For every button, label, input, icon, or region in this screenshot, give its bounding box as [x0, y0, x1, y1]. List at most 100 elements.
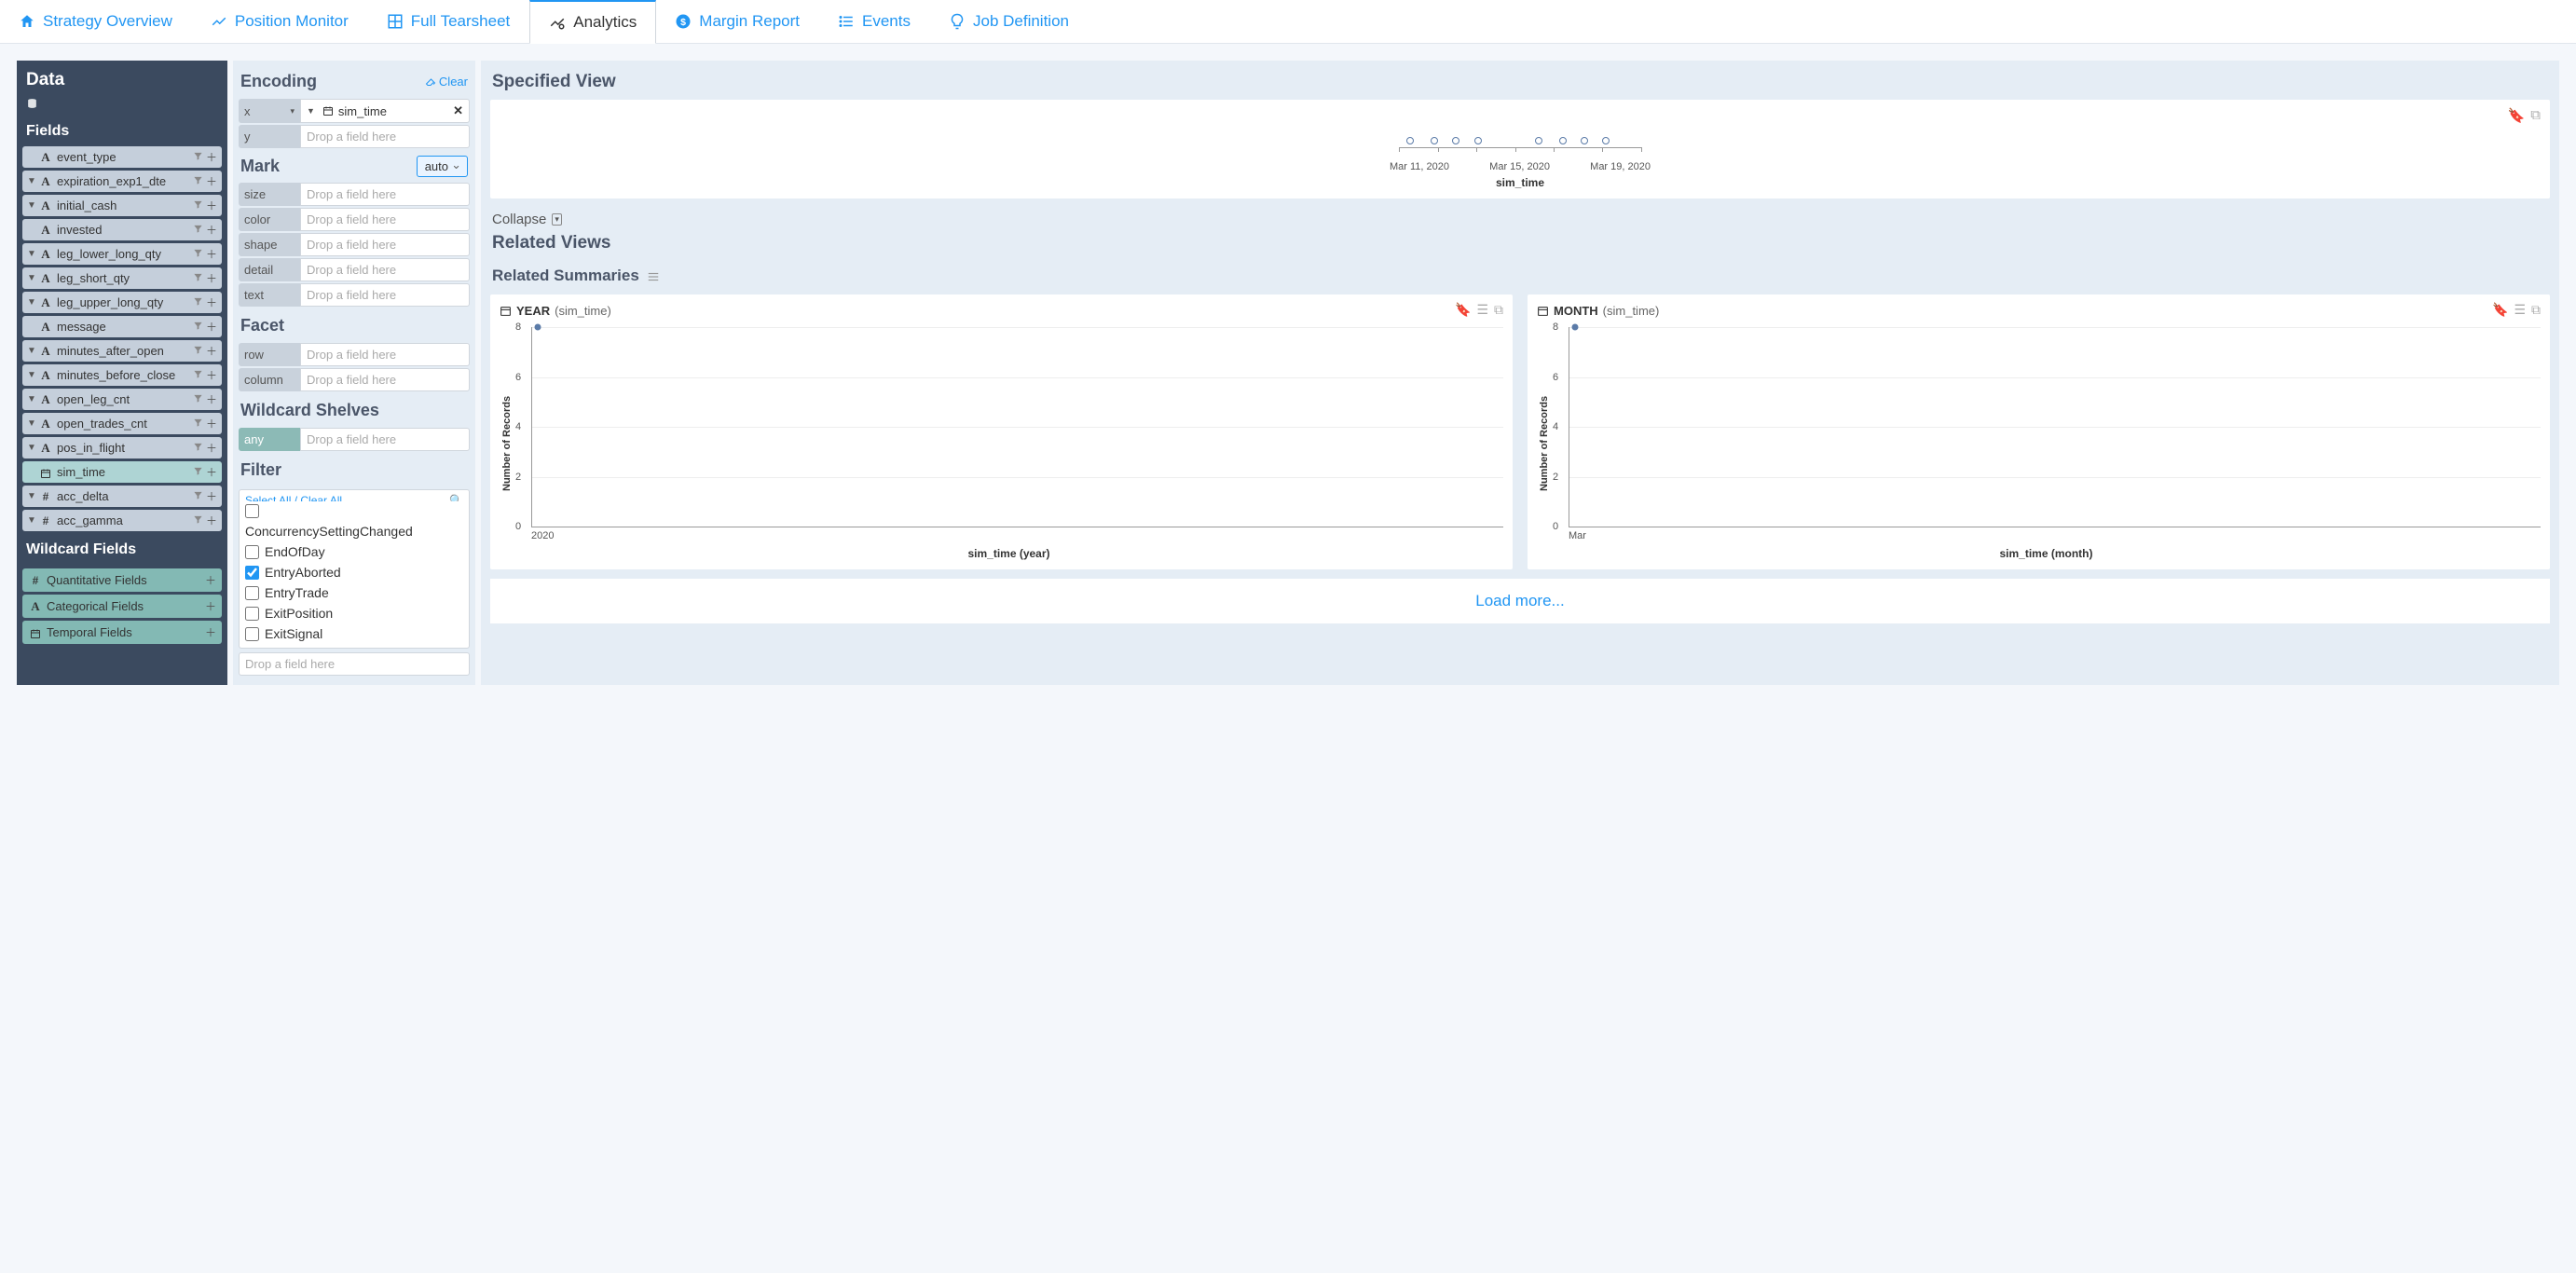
- field-message[interactable]: message＋: [22, 316, 222, 337]
- list-icon[interactable]: ☰: [2514, 302, 2526, 318]
- clear-button[interactable]: Clear: [425, 75, 468, 89]
- add-icon[interactable]: ＋: [205, 624, 216, 640]
- add-icon[interactable]: ＋: [206, 319, 217, 335]
- filter-item[interactable]: ConcurrencySettingChanged: [243, 521, 465, 541]
- field-invested[interactable]: invested＋: [22, 219, 222, 240]
- add-icon[interactable]: ＋: [206, 198, 217, 213]
- filter-checkbox[interactable]: [245, 566, 259, 580]
- copy-icon[interactable]: ⧉: [2530, 107, 2541, 124]
- bookmark-icon[interactable]: 🔖: [1455, 302, 1471, 318]
- filter-icon[interactable]: [193, 222, 203, 238]
- filter-checkbox[interactable]: [245, 545, 259, 559]
- copy-icon[interactable]: ⧉: [1494, 302, 1503, 318]
- tab-analytics[interactable]: Analytics: [529, 0, 656, 44]
- add-icon[interactable]: ＋: [206, 270, 217, 286]
- filter-item[interactable]: [243, 501, 465, 521]
- filter-checkbox[interactable]: [245, 504, 259, 518]
- shelf-shape[interactable]: shapeDrop a field here: [239, 233, 470, 256]
- shelf-detail[interactable]: detailDrop a field here: [239, 258, 470, 281]
- add-icon[interactable]: ＋: [205, 598, 216, 614]
- filter-icon[interactable]: [193, 319, 203, 335]
- shelf-x[interactable]: x▾ ▼ sim_time ✕: [239, 99, 470, 123]
- filter-icon[interactable]: [193, 513, 203, 528]
- add-icon[interactable]: ＋: [206, 416, 217, 431]
- field-minutes_after_open[interactable]: ▼minutes_after_open＋: [22, 340, 222, 362]
- add-icon[interactable]: ＋: [206, 149, 217, 165]
- field-open_trades_cnt[interactable]: ▼open_trades_cnt＋: [22, 413, 222, 434]
- shelf-text[interactable]: textDrop a field here: [239, 283, 470, 307]
- collapse-toggle[interactable]: Collapse ▾: [490, 198, 2550, 231]
- filter-icon[interactable]: [193, 488, 203, 504]
- field-open_leg_cnt[interactable]: ▼open_leg_cnt＋: [22, 389, 222, 410]
- add-icon[interactable]: ＋: [206, 294, 217, 310]
- list-icon[interactable]: ☰: [1476, 302, 1488, 318]
- mark-select[interactable]: auto: [417, 156, 468, 177]
- field-minutes_before_close[interactable]: ▼minutes_before_close＋: [22, 364, 222, 386]
- filter-item[interactable]: EndOfDay: [243, 541, 465, 562]
- add-icon[interactable]: ＋: [206, 391, 217, 407]
- tab-margin-report[interactable]: $ Margin Report: [656, 0, 819, 43]
- filter-icon[interactable]: [193, 464, 203, 480]
- filter-icon[interactable]: [193, 391, 203, 407]
- database-icon[interactable]: [26, 96, 218, 110]
- shelf-size[interactable]: sizeDrop a field here: [239, 183, 470, 206]
- tab-position-monitor[interactable]: Position Monitor: [192, 0, 368, 43]
- filter-icon[interactable]: [193, 367, 203, 383]
- add-icon[interactable]: ＋: [206, 440, 217, 456]
- filter-checkbox[interactable]: [245, 607, 259, 621]
- field-sim_time[interactable]: sim_time＋: [22, 461, 222, 483]
- filter-item[interactable]: EntryTrade: [243, 582, 465, 603]
- wildcard-categorical-fields[interactable]: Categorical Fields＋: [22, 595, 222, 618]
- wildcard-temporal-fields[interactable]: Temporal Fields＋: [22, 621, 222, 644]
- filter-icon[interactable]: [193, 246, 203, 262]
- filter-drop-zone[interactable]: Drop a field here: [239, 652, 470, 676]
- field-event_type[interactable]: event_type＋: [22, 146, 222, 168]
- filter-item[interactable]: ExitSignal: [243, 623, 465, 644]
- field-initial_cash[interactable]: ▼initial_cash＋: [22, 195, 222, 216]
- field-acc_gamma[interactable]: ▼acc_gamma＋: [22, 510, 222, 531]
- filter-item[interactable]: ExitPosition: [243, 603, 465, 623]
- add-icon[interactable]: ＋: [206, 222, 217, 238]
- field-leg_upper_long_qty[interactable]: ▼leg_upper_long_qty＋: [22, 292, 222, 313]
- bookmark-icon[interactable]: 🔖: [2492, 302, 2508, 318]
- field-leg_short_qty[interactable]: ▼leg_short_qty＋: [22, 267, 222, 289]
- filter-icon[interactable]: [193, 343, 203, 359]
- field-leg_lower_long_qty[interactable]: ▼leg_lower_long_qty＋: [22, 243, 222, 265]
- filter-item[interactable]: EntryAborted: [243, 562, 465, 582]
- field-expiration_exp1_dte[interactable]: ▼expiration_exp1_dte＋: [22, 171, 222, 192]
- filter-icon[interactable]: [193, 440, 203, 456]
- add-icon[interactable]: ＋: [206, 246, 217, 262]
- bookmark-icon[interactable]: 🔖: [2508, 107, 2526, 124]
- remove-x-button[interactable]: ✕: [453, 103, 463, 118]
- list-view-icon[interactable]: [647, 267, 660, 285]
- wildcard-quantitative-fields[interactable]: Quantitative Fields＋: [22, 568, 222, 592]
- tab-strategy-overview[interactable]: Strategy Overview: [0, 0, 192, 43]
- tab-job-definition[interactable]: Job Definition: [930, 0, 1089, 43]
- filter-checkbox[interactable]: [245, 627, 259, 641]
- shelf-row[interactable]: rowDrop a field here: [239, 343, 470, 366]
- add-icon[interactable]: ＋: [206, 173, 217, 189]
- add-icon[interactable]: ＋: [206, 488, 217, 504]
- shelf-y-drop[interactable]: Drop a field here: [300, 125, 470, 148]
- tab-events[interactable]: Events: [819, 0, 930, 43]
- filter-icon[interactable]: [193, 149, 203, 165]
- filter-icon[interactable]: [193, 270, 203, 286]
- shelf-any[interactable]: any Drop a field here: [239, 428, 470, 451]
- copy-icon[interactable]: ⧉: [2531, 302, 2541, 318]
- load-more-button[interactable]: Load more...: [490, 579, 2550, 623]
- shelf-column[interactable]: columnDrop a field here: [239, 368, 470, 391]
- filter-icon[interactable]: [193, 416, 203, 431]
- field-pos_in_flight[interactable]: ▼pos_in_flight＋: [22, 437, 222, 459]
- add-icon[interactable]: ＋: [206, 464, 217, 480]
- filter-checkbox[interactable]: [245, 586, 259, 600]
- shelf-color[interactable]: colorDrop a field here: [239, 208, 470, 231]
- add-icon[interactable]: ＋: [206, 343, 217, 359]
- filter-icon[interactable]: [193, 198, 203, 213]
- field-acc_delta[interactable]: ▼acc_delta＋: [22, 486, 222, 507]
- shelf-y[interactable]: y Drop a field here: [239, 125, 470, 148]
- add-icon[interactable]: ＋: [206, 367, 217, 383]
- add-icon[interactable]: ＋: [205, 572, 216, 588]
- add-icon[interactable]: ＋: [206, 513, 217, 528]
- search-icon[interactable]: 🔍: [449, 494, 463, 500]
- tab-full-tearsheet[interactable]: Full Tearsheet: [368, 0, 529, 43]
